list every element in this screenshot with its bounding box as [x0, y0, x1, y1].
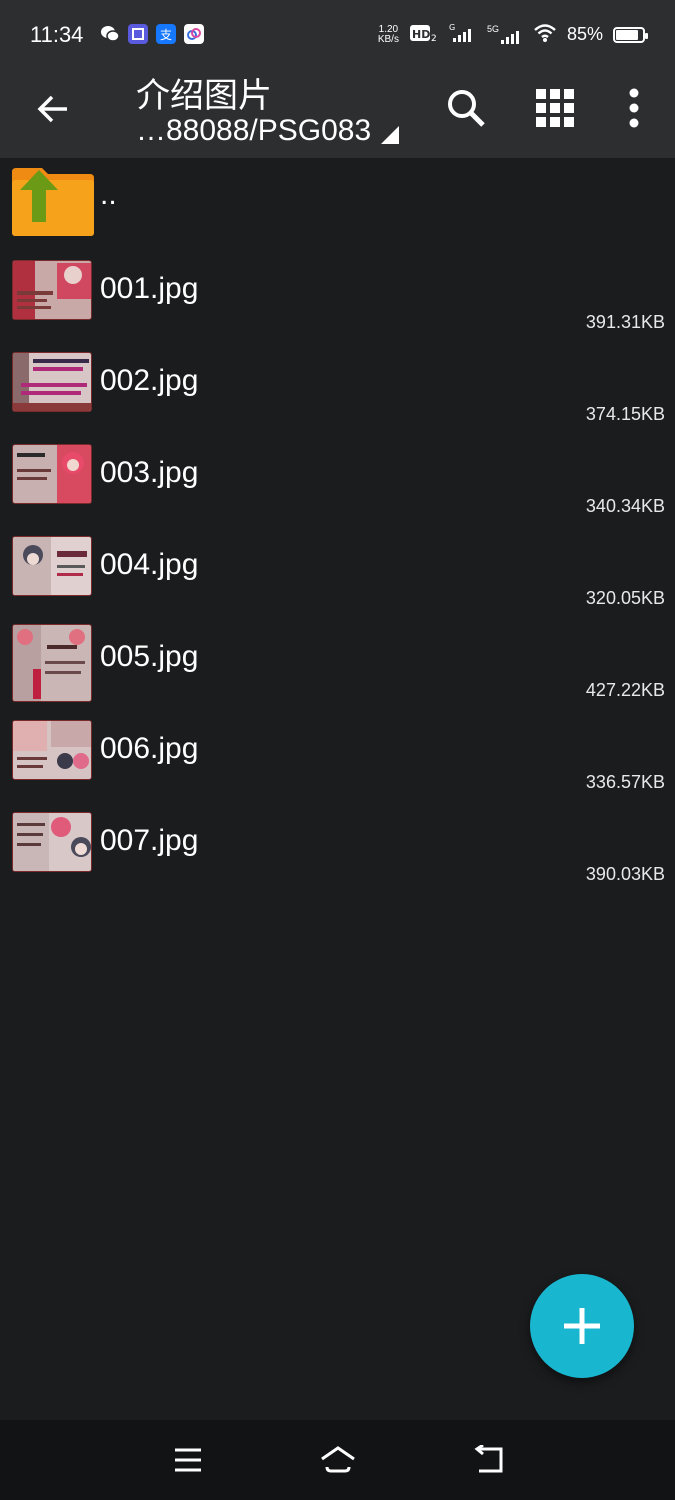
file-thumbnail	[12, 352, 92, 412]
file-thumbnail	[12, 624, 92, 702]
file-thumbnail	[12, 720, 92, 780]
file-size: 390.03KB	[585, 864, 665, 884]
battery-percent: 85%	[566, 24, 603, 44]
search-icon	[448, 90, 485, 127]
svg-text:HD: HD	[412, 28, 430, 41]
app-notification-icon	[128, 24, 148, 44]
status-bar: 11:34 支 1.20 KB/s HD 2 G 5G 85%	[0, 0, 675, 62]
status-app-icons: 支	[100, 24, 204, 44]
more-vert-icon	[629, 88, 639, 128]
file-name: 004.jpg	[100, 548, 199, 581]
file-name: 006.jpg	[100, 732, 199, 765]
signal-5g-icon: 5G	[487, 24, 523, 46]
file-name: 005.jpg	[100, 640, 199, 673]
file-row[interactable]: 004.jpg 320.05KB	[0, 526, 675, 618]
signal-g-icon: G	[449, 22, 477, 47]
battery-icon	[613, 26, 648, 43]
file-size: 374.15KB	[585, 404, 665, 424]
battery-fill	[616, 29, 639, 40]
file-thumbnail	[12, 536, 92, 596]
file-thumbnail	[12, 260, 92, 320]
file-row[interactable]: 002.jpg 374.15KB	[0, 342, 675, 434]
file-size: 320.05KB	[585, 588, 665, 608]
svg-text:G: G	[449, 23, 455, 32]
add-button[interactable]	[530, 1274, 634, 1378]
home-icon	[321, 1446, 355, 1473]
app-toolbar: 介绍图片 …88088/PSG083	[0, 62, 675, 158]
path-label: …88088/PSG083	[136, 114, 372, 147]
file-size: 427.22KB	[585, 680, 665, 700]
file-name: 002.jpg	[100, 364, 199, 397]
system-nav-bar	[0, 1420, 675, 1500]
wechat-icon	[100, 24, 120, 44]
dropdown-triangle-icon	[381, 126, 400, 144]
file-name: 003.jpg	[100, 456, 199, 489]
back-icon	[474, 1445, 503, 1473]
alipay-icon: 支	[156, 24, 176, 44]
path-dropdown[interactable]: …88088/PSG083	[136, 114, 400, 148]
file-row[interactable]: 006.jpg 336.57KB	[0, 710, 675, 802]
file-thumbnail	[12, 812, 92, 872]
svg-text:2: 2	[431, 34, 437, 43]
hd-icon: HD 2	[409, 23, 439, 46]
more-options-button[interactable]	[608, 82, 660, 134]
search-button[interactable]	[440, 82, 492, 134]
plus-icon	[564, 1308, 600, 1344]
status-right-group: 1.20 KB/s HD 2 G 5G 85%	[377, 22, 648, 47]
app-cloud-icon	[184, 24, 204, 44]
file-size: 340.34KB	[585, 496, 665, 516]
nav-home-button[interactable]	[316, 1438, 360, 1482]
nav-back-button[interactable]	[466, 1438, 510, 1482]
file-size: 391.31KB	[585, 312, 665, 332]
back-button[interactable]	[28, 84, 78, 134]
file-size: 336.57KB	[585, 772, 665, 792]
network-speed: 1.20 KB/s	[377, 23, 399, 45]
file-name: 007.jpg	[100, 824, 199, 857]
folder-title: 介绍图片	[136, 76, 272, 116]
file-row[interactable]: 001.jpg 391.31KB	[0, 250, 675, 342]
nav-menu-button[interactable]	[166, 1438, 210, 1482]
wifi-icon	[533, 23, 557, 46]
folder-up-icon	[12, 168, 94, 241]
file-row[interactable]: 007.jpg 390.03KB	[0, 802, 675, 894]
file-row[interactable]: 003.jpg 340.34KB	[0, 434, 675, 526]
arrow-left-icon	[37, 95, 67, 123]
parent-dir-row[interactable]: ..	[0, 158, 675, 250]
status-time: 11:34	[30, 22, 84, 47]
grid-icon	[536, 89, 574, 127]
file-thumbnail	[12, 444, 92, 504]
file-name: 001.jpg	[100, 272, 199, 305]
menu-icon	[175, 1448, 201, 1472]
parent-dir-label: ..	[100, 178, 117, 211]
grid-view-button[interactable]	[529, 82, 581, 134]
file-row[interactable]: 005.jpg 427.22KB	[0, 618, 675, 710]
